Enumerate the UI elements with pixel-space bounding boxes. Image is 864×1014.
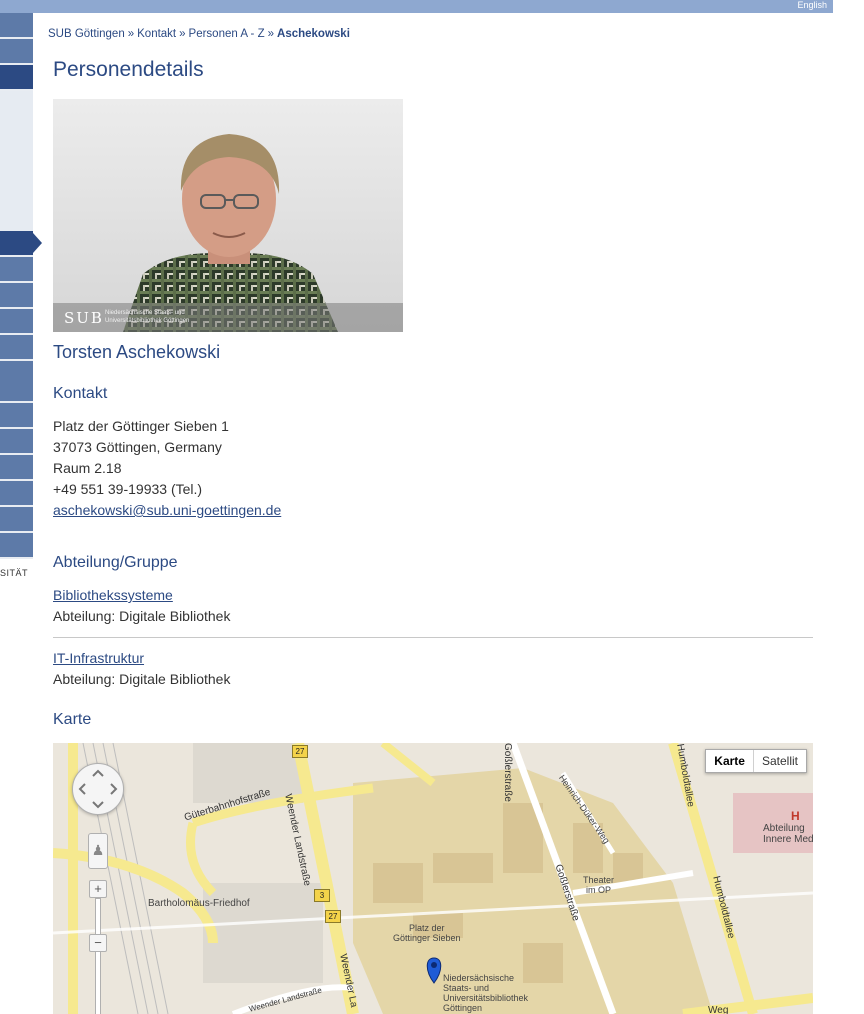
road-shield: 27 [292, 745, 308, 758]
group-entry: IT-Infrastruktur Abteilung: Digitale Bib… [53, 648, 230, 690]
map-poi-label: Platz der Göttinger Sieben [393, 923, 461, 943]
pan-arrows-icon [78, 769, 118, 809]
map-poi-label: Theater im OP [583, 875, 615, 895]
contact-block: Platz der Göttinger Sieben 1 37073 Götti… [53, 416, 281, 521]
nav-item[interactable] [0, 257, 33, 283]
nav-item[interactable] [0, 283, 33, 309]
active-arrow-icon [33, 233, 42, 253]
zoom-in-button[interactable]: + [89, 880, 107, 898]
nav-submenu [0, 91, 33, 231]
nav-item[interactable] [0, 309, 33, 335]
group-link-bibliothekssysteme[interactable]: Bibliothekssysteme [53, 587, 173, 603]
nav-item[interactable] [0, 335, 33, 361]
group-link-it-infrastruktur[interactable]: IT-Infrastruktur [53, 650, 144, 666]
breadcrumb: SUB Göttingen» Kontakt» Personen A - Z» Asc… [48, 28, 350, 40]
left-navigation: SITÄT [0, 13, 42, 1014]
road-shield: 3 [314, 889, 330, 902]
divider [53, 637, 813, 638]
map-poi-label: Bartholomäus-Friedhof [148, 898, 250, 909]
sub-logo-text: SUB [64, 309, 104, 327]
map-type-control: Karte Satellit [705, 749, 807, 773]
nav-item[interactable] [0, 481, 33, 507]
person-name: Torsten Aschekowski [53, 342, 221, 362]
group-entry: Bibliothekssysteme Abteilung: Digitale B… [53, 585, 230, 627]
map-widget[interactable]: Karte Satellit ♟ + − 27 3 27 Güterbahnho… [53, 743, 813, 1014]
page-title: Personendetails [53, 58, 204, 81]
sidebar-footer-text: SITÄT [0, 568, 29, 578]
pan-control[interactable] [72, 763, 124, 815]
nav-item[interactable] [0, 361, 33, 403]
breadcrumb-link[interactable]: Kontakt [137, 28, 176, 40]
map-type-karte-button[interactable]: Karte [706, 750, 754, 772]
nav-item[interactable] [0, 455, 33, 481]
group-detail: Abteilung: Digitale Bibliothek [53, 671, 231, 687]
phone-number: +49 551 39-19933 (Tel.) [53, 481, 203, 497]
breadcrumb-separator: » [179, 28, 186, 40]
map-canvas[interactable] [53, 743, 813, 1014]
language-link-english[interactable]: English [797, 0, 827, 11]
breadcrumb-link[interactable]: Personen A - Z [189, 28, 265, 40]
map-heading: Karte [53, 711, 92, 728]
contact-heading: Kontakt [53, 385, 108, 402]
breadcrumb-separator: » [127, 28, 135, 40]
nav-item[interactable] [0, 403, 33, 429]
zoom-slider-track[interactable] [95, 898, 101, 1014]
nav-item[interactable] [0, 533, 33, 559]
nav-item[interactable] [0, 13, 33, 39]
road-shield: 27 [325, 910, 341, 923]
map-street-label: Goßlerstraße [502, 743, 513, 802]
nav-item[interactable] [0, 39, 33, 65]
nav-item[interactable] [0, 65, 33, 91]
map-poi-label: Abteilung Innere Med [763, 823, 813, 845]
map-type-satellit-button[interactable]: Satellit [754, 750, 806, 772]
person-photo: SUB Niedersächsische Staats- und Univers… [53, 99, 403, 332]
group-detail: Abteilung: Digitale Bibliothek [53, 608, 231, 624]
department-heading: Abteilung/Gruppe [53, 554, 178, 571]
top-bar: English [0, 0, 833, 13]
hospital-icon: H [791, 809, 800, 823]
breadcrumb-link[interactable]: SUB Göttingen [48, 28, 125, 40]
pegman-icon[interactable]: ♟ [88, 833, 108, 869]
sub-logo-subtext: Niedersächsische Staats- und Universität… [105, 310, 190, 324]
address-line: Platz der Göttinger Sieben 1 [53, 418, 229, 434]
portrait-image [53, 99, 403, 332]
breadcrumb-current: Aschekowski [277, 28, 350, 40]
email-link[interactable]: aschekowski@sub.uni-goettingen.de [53, 502, 281, 518]
map-marker-label: Niedersächsische Staats- und Universität… [443, 973, 529, 1013]
nav-item-active[interactable] [0, 231, 33, 257]
room-number: Raum 2.18 [53, 460, 122, 476]
nav-item[interactable] [0, 429, 33, 455]
map-street-label: Weg [708, 1005, 729, 1014]
breadcrumb-separator: » [267, 28, 275, 40]
nav-item[interactable] [0, 507, 33, 533]
address-line: 37073 Göttingen, Germany [53, 439, 222, 455]
zoom-out-button[interactable]: − [89, 934, 107, 952]
